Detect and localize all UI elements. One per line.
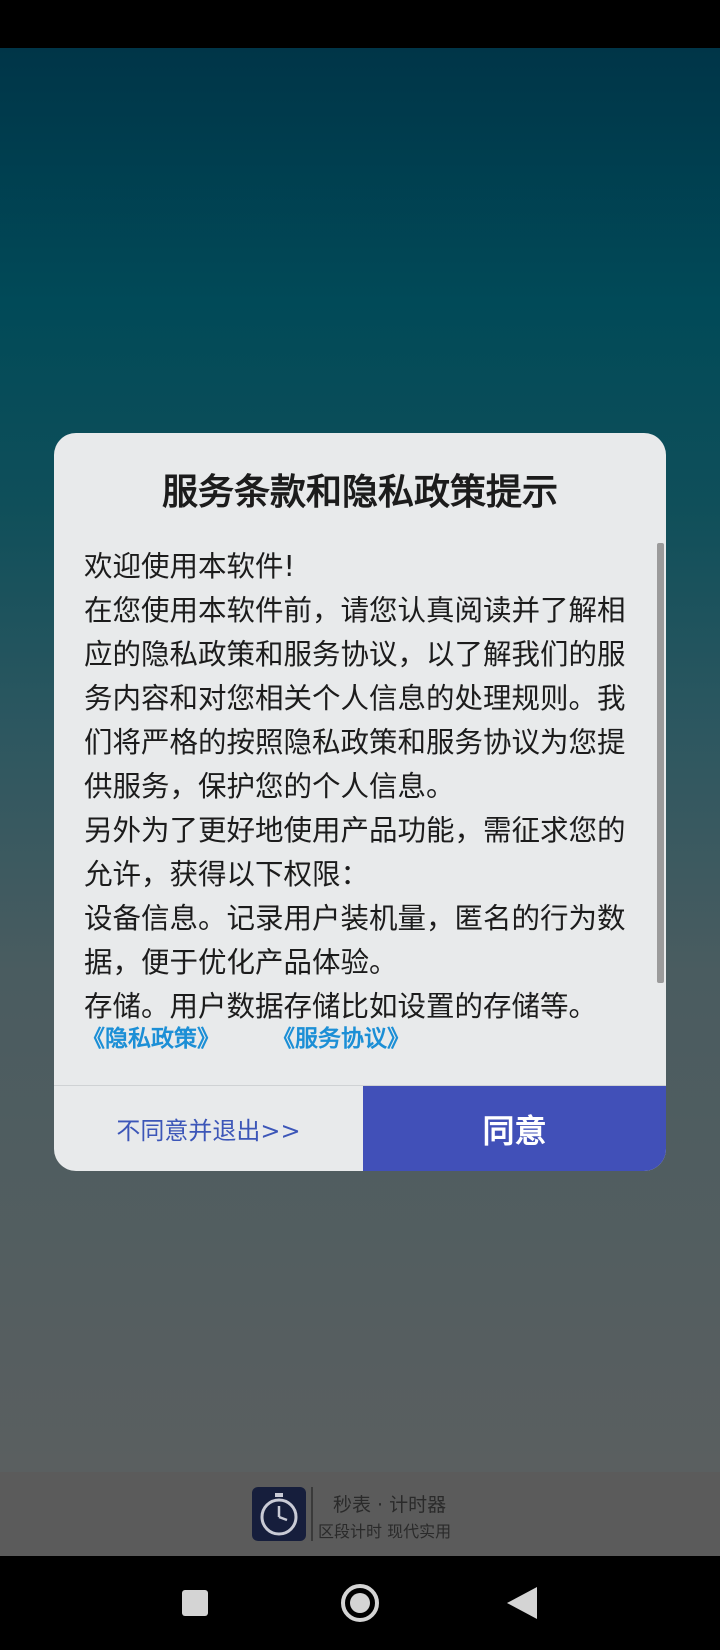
disagree-exit-button[interactable]: 不同意并退出>> [54, 1086, 363, 1171]
home-icon[interactable] [333, 1576, 387, 1630]
dialog-body: 欢迎使用本软件! 在您使用本软件前，请您认真阅读并了解相应的隐私政策和服务协议，… [84, 545, 632, 1029]
screen: 秒表 · 计时器 区段计时 现代实用 服务条款和隐私政策提示 欢迎使用本软件! … [0, 0, 720, 1650]
dialog-scrollbar[interactable] [657, 543, 664, 983]
policy-links: 《隐私政策》 《服务协议》 [82, 1019, 410, 1055]
navigation-bar [0, 1556, 720, 1650]
terms-of-service-link[interactable]: 《服务协议》 [272, 1019, 410, 1053]
dialog-paragraph-permissions: 另外为了更好地使用产品功能，需征求您的允许，获得以下权限： [84, 814, 626, 891]
privacy-policy-link[interactable]: 《隐私政策》 [82, 1019, 220, 1053]
recent-apps-icon[interactable] [168, 1576, 222, 1630]
dialog-paragraph-intro: 在您使用本软件前，请您认真阅读并了解相应的隐私政策和服务协议，以了解我们的服务内… [84, 594, 626, 803]
splash-tagline: 区段计时 现代实用 [318, 1522, 452, 1541]
status-bar [0, 0, 720, 48]
stopwatch-logo-icon [252, 1487, 306, 1541]
splash-divider [311, 1487, 313, 1541]
agree-button[interactable]: 同意 [363, 1086, 666, 1171]
privacy-dialog: 服务条款和隐私政策提示 欢迎使用本软件! 在您使用本软件前，请您认真阅读并了解相… [54, 433, 666, 1171]
splash-app-name: 秒表 · 计时器 [333, 1494, 447, 1516]
dialog-paragraph-device-info: 设备信息。记录用户装机量，匿名的行为数据，便于优化产品体验。 [84, 902, 626, 979]
back-icon[interactable] [495, 1576, 549, 1630]
dialog-title: 服务条款和隐私政策提示 [161, 472, 558, 513]
dialog-paragraph-welcome: 欢迎使用本软件! [84, 550, 295, 583]
